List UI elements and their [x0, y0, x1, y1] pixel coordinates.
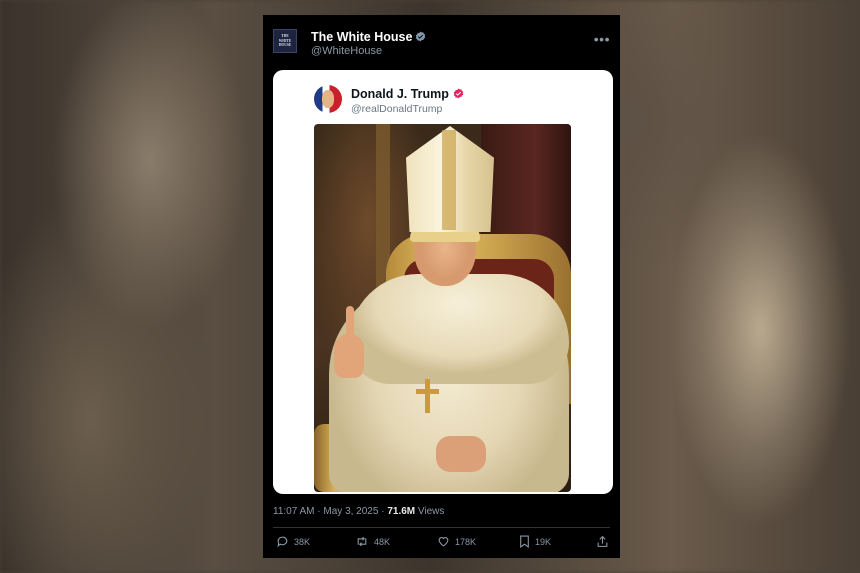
- repost-count: 48K: [374, 536, 391, 547]
- account-name-text: The White House: [311, 30, 413, 44]
- embedded-post-card[interactable]: Donald J. Trump @realDonaldTrump: [273, 70, 613, 494]
- divider: [273, 527, 610, 528]
- like-count: 178K: [455, 536, 477, 547]
- white-house-logo-avatar[interactable]: THE WHITE HOUSE: [273, 29, 297, 53]
- reply-button[interactable]: 38K: [276, 535, 310, 548]
- views-label: Views: [415, 506, 445, 517]
- reply-icon: [277, 536, 288, 548]
- more-options-icon[interactable]: •••: [594, 31, 610, 47]
- logo-line: HOUSE: [278, 43, 292, 47]
- verified-badge-icon: [453, 88, 464, 102]
- repost-icon: [357, 536, 367, 547]
- share-icon: [597, 535, 608, 547]
- embedded-account-name[interactable]: Donald J. Trump: [351, 87, 464, 102]
- repost-button[interactable]: 48K: [355, 535, 390, 548]
- views-count: 71.6M: [387, 506, 416, 517]
- account-handle[interactable]: @WhiteHouse: [311, 45, 382, 57]
- reply-count: 38K: [294, 536, 311, 547]
- post-header: THE WHITE HOUSE The White House @WhiteHo…: [273, 29, 610, 59]
- post-actions-bar: 38K 48K 178K 19K: [273, 535, 610, 553]
- share-button[interactable]: [596, 535, 614, 548]
- pope-portrait-image[interactable]: [314, 124, 571, 492]
- heart-icon: [438, 537, 449, 547]
- embedded-name-text: Donald J. Trump: [351, 87, 449, 101]
- post-card: THE WHITE HOUSE The White House @WhiteHo…: [263, 15, 620, 558]
- like-button[interactable]: 178K: [437, 535, 476, 548]
- trump-avatar[interactable]: [314, 85, 342, 113]
- bookmark-count: 19K: [535, 536, 552, 547]
- bookmark-icon: [520, 535, 529, 548]
- post-timestamp-views: 11:07 AM · May 3, 2025 · 71.6M Views: [273, 506, 444, 517]
- bookmark-button[interactable]: 19K: [519, 535, 551, 548]
- account-name[interactable]: The White House: [311, 30, 426, 45]
- post-time[interactable]: 11:07 AM · May 3, 2025 ·: [273, 506, 387, 517]
- embedded-account-handle[interactable]: @realDonaldTrump: [351, 103, 442, 115]
- verified-badge-icon: [415, 31, 426, 45]
